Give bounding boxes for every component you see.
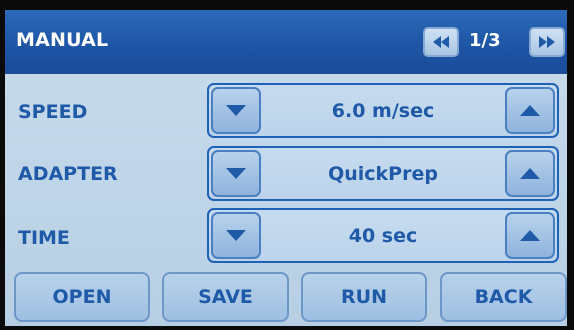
speed-decrease-button[interactable] bbox=[211, 87, 261, 134]
page-indicator: 1/3 bbox=[469, 30, 501, 51]
speed-increase-button[interactable] bbox=[505, 87, 555, 134]
speed-label: SPEED bbox=[18, 101, 88, 123]
speed-value: 6.0 m/sec bbox=[331, 99, 435, 122]
adapter-previous-button[interactable] bbox=[211, 150, 261, 197]
time-value: 40 sec bbox=[348, 224, 418, 247]
triangle-down-icon bbox=[226, 230, 246, 241]
triangle-up-icon bbox=[520, 230, 540, 241]
fast-forward-icon bbox=[539, 36, 555, 48]
header-bar: MANUAL 1/3 bbox=[5, 10, 567, 74]
next-page-button[interactable] bbox=[529, 27, 565, 57]
back-button[interactable]: BACK bbox=[440, 272, 567, 322]
save-button[interactable]: SAVE bbox=[162, 272, 289, 322]
adapter-value: QuickPrep bbox=[328, 162, 438, 185]
time-decrease-button[interactable] bbox=[211, 212, 261, 259]
time-increase-button[interactable] bbox=[505, 212, 555, 259]
open-button[interactable]: OPEN bbox=[14, 272, 150, 322]
triangle-up-icon bbox=[520, 168, 540, 179]
adapter-label: ADAPTER bbox=[18, 163, 118, 185]
speed-field: 6.0 m/sec bbox=[207, 83, 559, 138]
time-label: TIME bbox=[18, 227, 70, 249]
rewind-icon bbox=[433, 36, 449, 48]
triangle-down-icon bbox=[226, 168, 246, 179]
run-button[interactable]: RUN bbox=[301, 272, 427, 322]
touch-screen: MANUAL 1/3 SPEED 6.0 m/sec ADAPTER Quick… bbox=[5, 10, 567, 326]
adapter-next-button[interactable] bbox=[505, 150, 555, 197]
page-title: MANUAL bbox=[16, 29, 109, 51]
adapter-field: QuickPrep bbox=[207, 146, 559, 201]
triangle-up-icon bbox=[520, 105, 540, 116]
triangle-down-icon bbox=[226, 105, 246, 116]
previous-page-button[interactable] bbox=[423, 27, 459, 57]
time-field: 40 sec bbox=[207, 208, 559, 263]
